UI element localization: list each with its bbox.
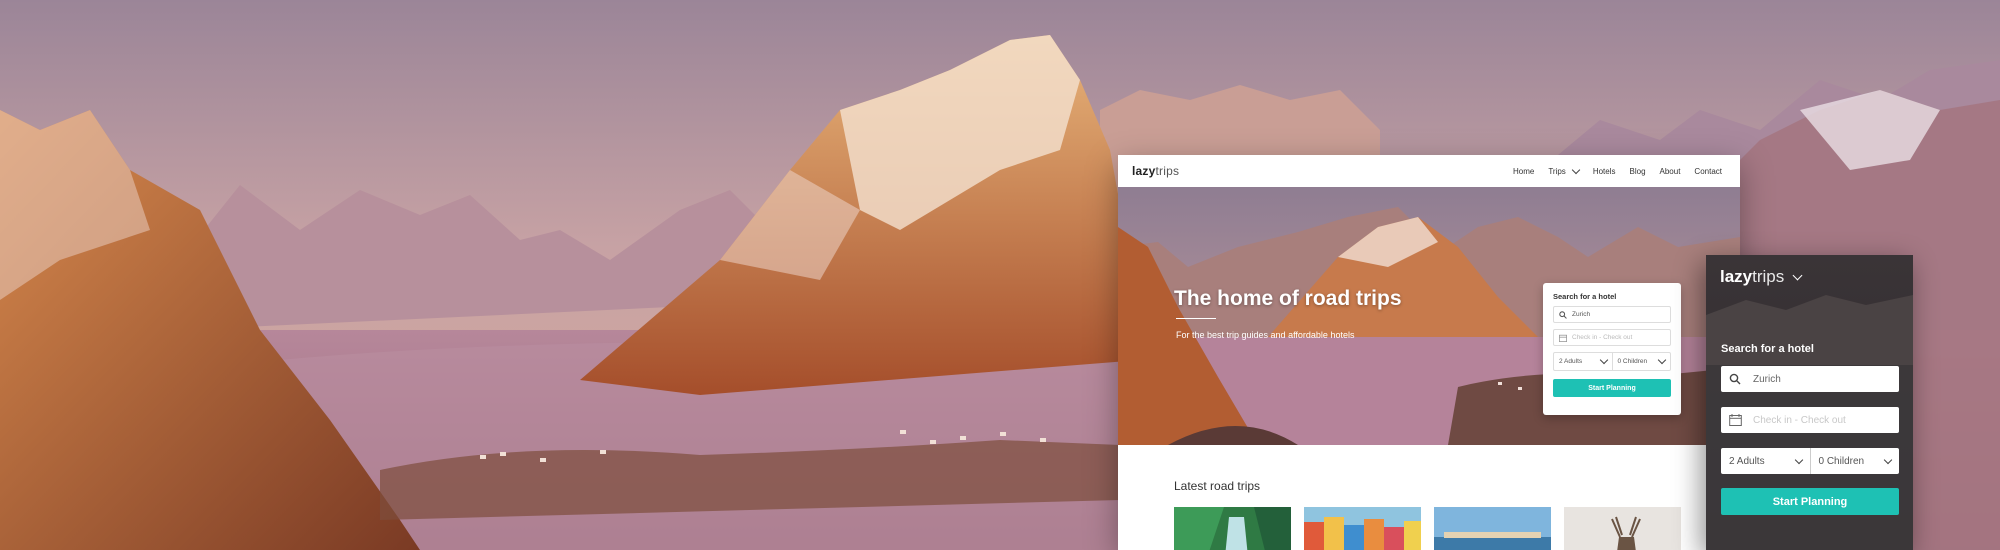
menu-chevron-down-icon[interactable] (1792, 270, 1803, 280)
children-value: 0 Children (1617, 358, 1648, 365)
hero-subtitle: For the best trip guides and affordable … (1176, 330, 1355, 340)
dates-input[interactable]: Check in - Check out (1721, 407, 1899, 433)
chevron-down-icon (1599, 355, 1608, 365)
nav-item-home[interactable]: Home (1513, 167, 1534, 176)
search-card-title: Search for a hotel (1721, 343, 1814, 355)
top-navbar: lazytrips Home Trips Hotels Blog About C… (1118, 155, 1740, 187)
brand-logo[interactable]: lazytrips (1720, 267, 1784, 287)
search-icon (1729, 373, 1745, 385)
search-card-title: Search for a hotel (1553, 292, 1617, 301)
adults-select[interactable]: 2 Adults (1554, 353, 1612, 370)
adults-select[interactable]: 2 Adults (1721, 448, 1810, 474)
dates-placeholder: Check in - Check out (1753, 414, 1846, 426)
guests-selector: 2 Adults 0 Children (1721, 448, 1899, 474)
chevron-down-icon (1883, 455, 1893, 464)
trip-card[interactable] (1304, 507, 1421, 550)
trip-image-colorful-town (1304, 507, 1421, 550)
chevron-down-icon (1794, 455, 1803, 464)
nav-item-contact[interactable]: Contact (1694, 167, 1722, 176)
brand-logo-bold: lazy (1720, 267, 1753, 286)
location-value: Zurich (1753, 373, 1781, 385)
start-planning-button[interactable]: Start Planning (1553, 379, 1671, 397)
hero-title: The home of road trips (1174, 287, 1402, 310)
trip-thumbnails (1174, 507, 1681, 550)
nav-item-trips[interactable]: Trips (1548, 165, 1581, 176)
hero-section: The home of road trips For the best trip… (1118, 187, 1740, 445)
nav-label: Hotels (1592, 166, 1616, 176)
search-icon (1559, 310, 1567, 319)
mobile-mockup: lazytrips Search for a hotel Zurich Chec… (1706, 255, 1913, 550)
brand-logo[interactable]: lazytrips (1132, 164, 1179, 178)
adults-value: 2 Adults (1559, 358, 1583, 365)
desktop-mockup: lazytrips Home Trips Hotels Blog About C… (1118, 155, 1740, 550)
location-input[interactable]: Zurich (1721, 366, 1899, 392)
trip-image-waterfall (1174, 507, 1291, 550)
trip-card[interactable] (1434, 507, 1551, 550)
children-value: 0 Children (1818, 455, 1865, 467)
brand-logo-light: trips (1752, 267, 1785, 286)
nav-item-blog[interactable]: Blog (1630, 167, 1646, 176)
children-select[interactable]: 0 Children (1611, 353, 1671, 370)
location-input[interactable]: Zurich (1553, 306, 1671, 323)
latest-trips-heading: Latest road trips (1174, 479, 1261, 493)
hero-divider (1176, 318, 1216, 319)
location-value: Zurich (1572, 311, 1591, 318)
nav-label: Trips (1548, 166, 1566, 176)
brand-logo-light: trips (1155, 164, 1180, 178)
guests-selector: 2 Adults 0 Children (1553, 352, 1671, 371)
dates-input[interactable]: Check in - Check out (1553, 329, 1671, 346)
adults-value: 2 Adults (1729, 455, 1765, 467)
mobile-header: lazytrips (1720, 267, 1803, 287)
trip-image-harbor (1434, 507, 1551, 550)
nav-item-about[interactable]: About (1660, 167, 1681, 176)
nav-label: About (1659, 166, 1681, 176)
calendar-icon (1729, 414, 1745, 426)
nav-label: Home (1512, 166, 1535, 176)
nav-label: Contact (1694, 166, 1722, 176)
chevron-down-icon (1657, 355, 1667, 365)
chevron-down-icon (1571, 165, 1581, 174)
trip-card[interactable] (1564, 507, 1681, 550)
hotel-search-card: Search for a hotel Zurich Check in - Che… (1543, 283, 1681, 415)
nav-item-hotels[interactable]: Hotels (1593, 167, 1616, 176)
nav-menu: Home Trips Hotels Blog About Contact (1513, 165, 1722, 176)
calendar-icon (1559, 334, 1567, 342)
dates-placeholder: Check in - Check out (1572, 334, 1633, 341)
trip-image-deer (1564, 507, 1681, 550)
trip-card[interactable] (1174, 507, 1291, 550)
children-select[interactable]: 0 Children (1809, 448, 1900, 474)
nav-label: Blog (1629, 166, 1646, 176)
start-planning-button[interactable]: Start Planning (1721, 488, 1899, 515)
brand-logo-bold: lazy (1132, 164, 1156, 178)
